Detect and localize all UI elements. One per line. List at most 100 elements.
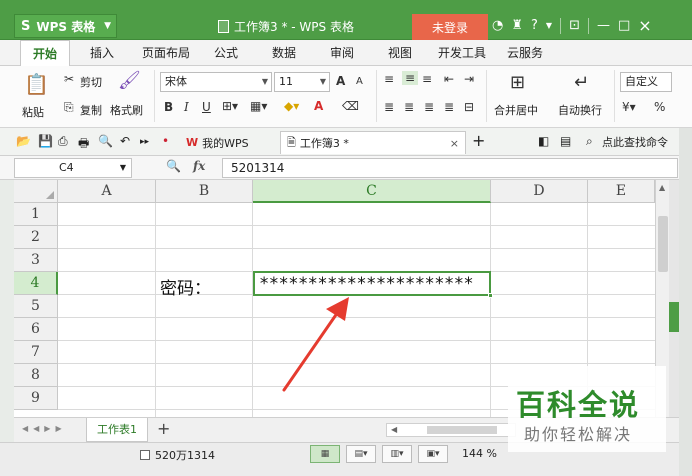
search-command-input[interactable]: 点此查找命令	[602, 134, 668, 150]
login-button[interactable]: 未登录	[412, 14, 488, 40]
page-layout-view-icon[interactable]: ▤▾	[346, 445, 376, 463]
align-center-icon[interactable]: ≣	[404, 100, 414, 114]
row-header-5[interactable]: 5	[14, 295, 58, 318]
insert-function-button[interactable]: fx	[193, 159, 205, 173]
font-size-select[interactable]: 11 ▼	[274, 72, 330, 92]
row-header-4[interactable]: 4	[14, 272, 58, 295]
column-header-b[interactable]: B	[156, 180, 253, 203]
tab-cloud[interactable]: 云服务	[500, 40, 550, 66]
sheet-tab-1[interactable]: 工作表1	[86, 418, 148, 442]
merge-center-button[interactable]: 合并居中	[494, 102, 538, 118]
row-header-6[interactable]: 6	[14, 318, 58, 341]
zoom-level[interactable]: 144 %	[462, 447, 497, 460]
normal-view-icon[interactable]: ▦	[310, 445, 340, 463]
name-box[interactable]: C4 ▼	[14, 158, 132, 178]
font-name-select[interactable]: 宋体 ▼	[160, 72, 272, 92]
new-tab-button[interactable]: +	[472, 131, 485, 150]
open-icon[interactable]: 📂	[16, 134, 31, 148]
horizontal-scrollbar[interactable]: ◀	[386, 423, 516, 437]
help-icon[interactable]: ?	[531, 18, 538, 33]
cell-c4-active[interactable]: **********************	[253, 271, 491, 296]
maximize-icon[interactable]: □	[618, 18, 630, 33]
column-header-c[interactable]: C	[253, 180, 491, 203]
copy-button[interactable]: 复制	[80, 102, 102, 118]
fill-handle[interactable]	[488, 293, 493, 298]
cell-b4-password-label[interactable]: 密码：	[160, 274, 211, 299]
tab-my-wps[interactable]: W 我的WPS	[180, 131, 255, 154]
horizontal-scroll-thumb[interactable]	[427, 426, 497, 434]
row-header-7[interactable]: 7	[14, 341, 58, 364]
layout-icon[interactable]: ▤	[560, 134, 571, 148]
align-bottom-icon[interactable]: ≡	[422, 72, 432, 86]
page-break-view-icon[interactable]: ▥▾	[382, 445, 412, 463]
wrap-text-icon[interactable]: ↵	[574, 72, 589, 93]
fill-color-icon[interactable]: ◆▾	[284, 99, 299, 113]
justify-icon[interactable]: ≣	[444, 100, 454, 114]
tab-insert[interactable]: 插入	[80, 40, 124, 66]
restore-icon[interactable]: ⊡	[569, 18, 580, 33]
fill-pattern-icon[interactable]: ▦▾	[250, 99, 267, 113]
format-painter-icon[interactable]: 🖌	[118, 70, 141, 91]
undo-icon[interactable]: ↶	[120, 134, 130, 148]
scroll-left-icon[interactable]: ◀	[391, 424, 397, 436]
grow-font-button[interactable]: A	[336, 74, 345, 88]
indent-decrease-icon[interactable]: ⇤	[444, 72, 454, 86]
print-icon[interactable]: 🖶	[78, 134, 89, 155]
tab-review[interactable]: 审阅	[322, 40, 362, 66]
tab-home[interactable]: 开始	[20, 40, 70, 67]
side-panel-toggle[interactable]	[669, 302, 679, 332]
select-all-corner[interactable]	[14, 180, 58, 203]
app-menu-button[interactable]: S WPS 表格 ▼	[14, 14, 117, 38]
more-icon[interactable]: ▸▸	[140, 137, 149, 147]
column-header-d[interactable]: D	[491, 180, 588, 203]
shrink-font-button[interactable]: A	[356, 76, 363, 87]
help-dropdown-icon[interactable]: ▼	[546, 21, 552, 30]
pin-icon[interactable]: •	[162, 134, 169, 148]
tab-workbook3[interactable]: 🗎 工作簿3 * ×	[280, 131, 466, 154]
minimize-icon[interactable]: —	[597, 18, 610, 33]
wrap-text-button[interactable]: 自动换行	[558, 102, 602, 118]
close-tab-icon[interactable]: ×	[450, 137, 459, 150]
scissors-icon[interactable]: ✂	[64, 72, 74, 86]
tab-formulas[interactable]: 公式	[206, 40, 246, 66]
merge-center-icon[interactable]: ⊞	[510, 72, 525, 93]
column-header-a[interactable]: A	[58, 180, 156, 203]
zoom-magnifier-icon[interactable]: 🔍	[166, 159, 181, 173]
split-icon[interactable]: ◧	[538, 134, 549, 148]
border-icon[interactable]: ⊞▾	[222, 99, 238, 113]
align-top-icon[interactable]: ≡	[384, 72, 394, 86]
reading-mode-icon[interactable]: ▣▾	[418, 445, 448, 463]
underline-button[interactable]: U	[202, 100, 211, 114]
save-icon[interactable]: 💾	[38, 134, 53, 148]
format-painter-button[interactable]: 格式刷	[110, 102, 143, 118]
currency-icon[interactable]: ¥▾	[622, 100, 636, 114]
align-left-icon[interactable]: ≣	[384, 100, 394, 114]
tab-page-layout[interactable]: 页面布局	[136, 40, 196, 66]
bold-button[interactable]: B	[164, 100, 173, 114]
tab-data[interactable]: 数据	[264, 40, 304, 66]
percent-button[interactable]: %	[654, 100, 665, 114]
print-preview-icon[interactable]: 🔍	[98, 134, 113, 148]
sheet-nav-arrows-icon[interactable]: ◀◀▶▶	[22, 424, 67, 433]
search-icon[interactable]: ⌕	[586, 134, 593, 149]
copy-icon[interactable]: ⎘	[64, 100, 74, 115]
close-icon[interactable]: ×	[638, 16, 651, 35]
cut-button[interactable]: 剪切	[80, 74, 102, 90]
column-header-e[interactable]: E	[588, 180, 655, 203]
paste-button[interactable]: 粘贴	[22, 104, 44, 120]
add-sheet-button[interactable]: +	[157, 419, 170, 438]
row-header-8[interactable]: 8	[14, 364, 58, 387]
row-header-3[interactable]: 3	[14, 249, 58, 272]
align-right-icon[interactable]: ≣	[424, 100, 434, 114]
distribute-icon[interactable]: ⊟	[464, 100, 474, 114]
scroll-thumb[interactable]	[658, 216, 668, 272]
tab-developer[interactable]: 开发工具	[432, 40, 492, 66]
row-header-2[interactable]: 2	[14, 226, 58, 249]
tab-view[interactable]: 视图	[380, 40, 420, 66]
font-color-button[interactable]: A	[314, 99, 323, 113]
formula-input[interactable]: 5201314	[222, 158, 678, 178]
export-pdf-icon[interactable]: ⎙	[58, 134, 68, 149]
shirt-icon[interactable]: ♜	[511, 18, 523, 33]
paste-icon[interactable]: 📋	[24, 72, 49, 96]
row-header-1[interactable]: 1	[14, 203, 58, 226]
